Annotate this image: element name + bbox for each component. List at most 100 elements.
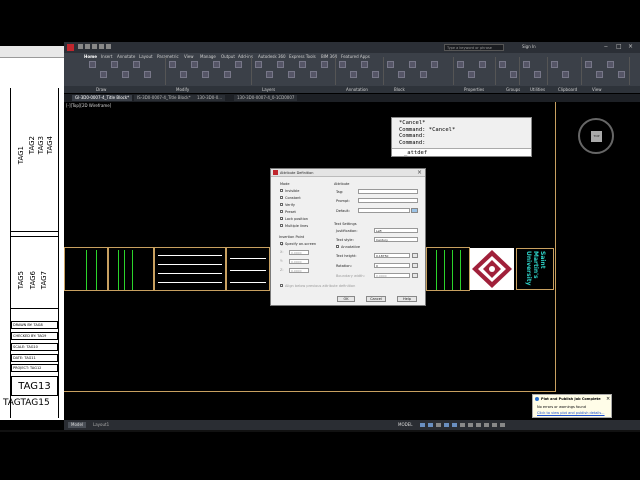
tool-icon[interactable] [224, 71, 231, 78]
tool-icon[interactable] [310, 71, 317, 78]
viewcube-icon[interactable]: TOP [591, 131, 602, 142]
tool-icon[interactable] [551, 61, 558, 68]
notice-close-icon[interactable]: × [606, 396, 610, 402]
notice-link[interactable]: Click to view plot and publish details..… [537, 411, 605, 415]
tool-icon[interactable] [431, 61, 438, 68]
tool-icon[interactable] [89, 61, 96, 68]
tool-icon[interactable] [457, 61, 464, 68]
tool-icon[interactable] [499, 61, 506, 68]
close-icon[interactable]: × [628, 43, 633, 50]
tool-icon[interactable] [607, 61, 614, 68]
tool-icon[interactable] [398, 71, 405, 78]
workspace-icon[interactable] [492, 423, 497, 427]
ribbon-group-properties[interactable]: Properties [464, 87, 484, 92]
tool-icon[interactable] [100, 71, 107, 78]
annotation-scale-icon[interactable] [484, 423, 489, 427]
pick-rotation-button[interactable] [412, 263, 418, 268]
ribbon-group-utilities[interactable]: Utilities [530, 87, 545, 92]
open-icon[interactable] [85, 44, 90, 49]
file-tab[interactable]: 130-3D0-0007-4_0-1CD0007 [234, 95, 298, 101]
default-field[interactable] [358, 208, 410, 213]
tool-icon[interactable] [372, 71, 379, 78]
tool-icon[interactable] [562, 71, 569, 78]
lineweight-icon[interactable] [468, 423, 473, 427]
tool-icon[interactable] [266, 71, 273, 78]
tool-icon[interactable] [202, 71, 209, 78]
x-field[interactable]: 0.0000 [289, 250, 309, 255]
prompt-field[interactable] [358, 198, 418, 203]
rotation-field[interactable]: 0 [374, 263, 410, 268]
save-icon[interactable] [92, 44, 97, 49]
tool-icon[interactable] [180, 71, 187, 78]
justification-select[interactable]: Left [374, 228, 418, 233]
osnap-icon[interactable] [452, 423, 457, 427]
tool-icon[interactable] [618, 71, 625, 78]
tool-icon[interactable] [299, 61, 306, 68]
annotative-checkbox[interactable] [336, 245, 339, 248]
text-height-field[interactable]: 0.18750 [374, 253, 410, 258]
transparency-icon[interactable] [476, 423, 481, 427]
tool-icon[interactable] [111, 61, 118, 68]
tool-icon[interactable] [255, 61, 262, 68]
tool-icon[interactable] [510, 71, 517, 78]
tool-icon[interactable] [409, 61, 416, 68]
tool-icon[interactable] [350, 71, 357, 78]
tool-icon[interactable] [321, 61, 328, 68]
grid-icon[interactable] [420, 423, 425, 427]
tool-icon[interactable] [144, 71, 151, 78]
new-icon[interactable] [78, 44, 83, 49]
redo-icon[interactable] [106, 44, 111, 49]
tool-icon[interactable] [122, 71, 129, 78]
tool-icon[interactable] [479, 61, 486, 68]
boundary-width-field[interactable]: 0.0000 [374, 273, 410, 278]
insert-field-button[interactable] [411, 208, 418, 213]
viewcube-compass[interactable]: TOP [578, 118, 614, 154]
tag-field[interactable] [358, 189, 418, 194]
tool-icon[interactable] [361, 61, 368, 68]
model-space-indicator[interactable]: MODEL [398, 422, 412, 427]
ok-button[interactable]: OK [337, 296, 355, 302]
ortho-icon[interactable] [436, 423, 441, 427]
search-input[interactable]: Type a keyword or phrase [444, 44, 504, 51]
command-input[interactable]: _attdef [392, 148, 531, 156]
y-field[interactable]: 0.0000 [289, 259, 309, 264]
tool-icon[interactable] [191, 61, 198, 68]
tool-icon[interactable] [585, 61, 592, 68]
tool-icon[interactable] [235, 61, 242, 68]
tool-icon[interactable] [387, 61, 394, 68]
file-tab[interactable]: 130-3D0-0... [194, 95, 226, 101]
text-style-select[interactable]: Century [374, 237, 418, 242]
tool-icon[interactable] [534, 71, 541, 78]
ribbon-group-block[interactable]: Block [394, 87, 405, 92]
file-tab[interactable]: IS-3D0-0007-4_Title Block* [134, 95, 194, 101]
file-tab[interactable]: GI-3D0-0007-4_Title Block* [72, 95, 133, 101]
tool-icon[interactable] [277, 61, 284, 68]
minimize-icon[interactable]: ‒ [604, 43, 608, 50]
tool-icon[interactable] [169, 61, 176, 68]
tool-icon[interactable] [468, 71, 475, 78]
undo-icon[interactable] [99, 44, 104, 49]
mode-constant-checkbox[interactable] [280, 196, 283, 199]
mode-verify-checkbox[interactable] [280, 203, 283, 206]
mode-invisible-checkbox[interactable] [280, 189, 283, 192]
tool-icon[interactable] [420, 71, 427, 78]
command-window[interactable]: *Cancel* Command: *Cancel* Command: Comm… [391, 117, 532, 157]
help-button[interactable]: Help [397, 296, 417, 302]
snap-icon[interactable] [428, 423, 433, 427]
tool-icon[interactable] [133, 61, 140, 68]
ribbon-group-annotation[interactable]: Annotation [346, 87, 368, 92]
cancel-button[interactable]: Cancel [366, 296, 386, 302]
pick-width-button[interactable] [412, 273, 418, 278]
ribbon-group-view[interactable]: View [592, 87, 602, 92]
customize-icon[interactable] [500, 423, 505, 427]
tool-icon[interactable] [213, 61, 220, 68]
pick-height-button[interactable] [412, 253, 418, 258]
align-below-checkbox[interactable] [280, 284, 283, 287]
ribbon-group-groups[interactable]: Groups [506, 87, 520, 92]
mode-multiple-lines-checkbox[interactable] [280, 224, 283, 227]
ribbon-group-layers[interactable]: Layers [262, 87, 275, 92]
plot-publish-notification[interactable]: Plot and Publish Job Complete × No error… [532, 394, 612, 418]
dialog-close-icon[interactable]: × [417, 169, 422, 176]
tool-icon[interactable] [339, 61, 346, 68]
specify-on-screen-checkbox[interactable]: ✓ [280, 242, 284, 247]
